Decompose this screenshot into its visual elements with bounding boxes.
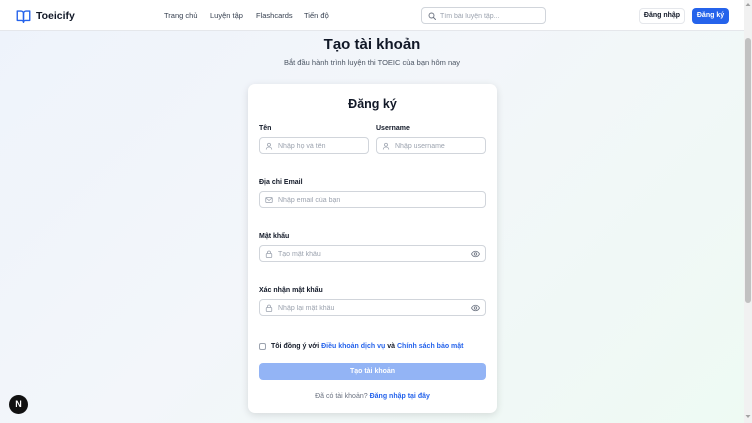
name-label: Tên <box>259 125 272 132</box>
terms-checkbox[interactable] <box>259 342 266 350</box>
lock-icon <box>265 250 273 258</box>
privacy-policy-link[interactable]: Chính sách bảo mật <box>397 343 464 350</box>
book-open-icon <box>16 10 31 23</box>
scrollbar-thumb[interactable] <box>745 38 751 303</box>
page-title: Tạo tài khoản <box>323 36 421 53</box>
scroll-up-arrow-icon[interactable] <box>745 2 751 7</box>
logo[interactable]: Toeicify <box>16 8 75 24</box>
nav-link-flashcards[interactable]: Flashcards <box>256 11 293 20</box>
register-button[interactable]: Đăng ký <box>692 8 729 24</box>
password-input[interactable] <box>278 248 463 260</box>
password-label: Mật khẩu <box>259 233 290 240</box>
username-label: Username <box>376 125 410 132</box>
terms-of-service-link[interactable]: Điều khoản dịch vụ <box>321 343 385 350</box>
search-input[interactable] <box>440 10 540 22</box>
email-label: Địa chỉ Email <box>259 179 303 186</box>
login-prompt: Đã có tài khoản? Đăng nhập tại đây <box>248 393 497 400</box>
username-field <box>376 137 486 154</box>
have-account-text: Đã có tài khoản? <box>315 393 368 400</box>
login-here-link[interactable]: Đăng nhập tại đây <box>370 393 430 400</box>
nav-link-practice[interactable]: Luyện tập <box>210 11 243 20</box>
nav-link-home[interactable]: Trang chủ <box>164 11 198 20</box>
logo-text: Toeicify <box>36 10 75 22</box>
confirm-password-label: Xác nhận mật khẩu <box>259 287 323 294</box>
terms-and-text: và <box>387 342 396 350</box>
search-icon <box>428 12 436 20</box>
name-input[interactable] <box>278 140 364 152</box>
confirm-password-input[interactable] <box>278 302 463 314</box>
login-button[interactable]: Đăng nhập <box>639 8 685 24</box>
eye-icon[interactable] <box>471 250 480 258</box>
user-icon <box>265 142 273 150</box>
nav-link-progress[interactable]: Tiến độ <box>304 11 329 20</box>
create-account-button[interactable]: Tạo tài khoản <box>259 363 486 380</box>
email-input[interactable] <box>278 194 478 206</box>
top-navbar: Toeicify Trang chủ Luyện tập Flashcards … <box>0 0 752 31</box>
page-scrollbar[interactable] <box>744 0 752 423</box>
eye-icon[interactable] <box>471 304 480 312</box>
scroll-down-arrow-icon[interactable] <box>745 414 751 419</box>
username-input[interactable] <box>395 140 481 152</box>
terms-prefix-text: Tôi đồng ý với <box>271 342 320 350</box>
lock-icon <box>265 304 273 312</box>
confirm-password-field <box>259 299 486 316</box>
user-icon <box>382 142 390 150</box>
form-title: Đăng ký <box>348 97 397 111</box>
mail-icon <box>265 197 273 203</box>
search-box <box>421 7 546 24</box>
page-subtitle: Bắt đầu hành trình luyện thi TOEIC của b… <box>283 58 461 67</box>
name-field <box>259 137 369 154</box>
terms-row: Tôi đồng ý với Điều khoản dịch vụ và Chí… <box>259 341 464 351</box>
password-field <box>259 245 486 262</box>
email-field <box>259 191 486 208</box>
dev-tools-badge[interactable]: N <box>9 395 28 414</box>
